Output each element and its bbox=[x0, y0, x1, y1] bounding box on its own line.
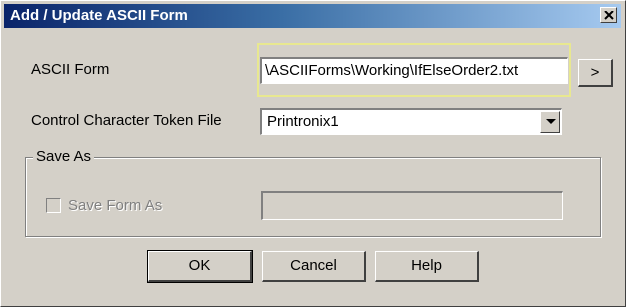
add-update-ascii-form-dialog: Add / Update ASCII Form ASCII Form \ASCI… bbox=[0, 0, 626, 307]
save-form-as-label: Save Form As bbox=[68, 197, 163, 214]
cancel-button[interactable]: Cancel bbox=[262, 251, 366, 282]
save-as-group-label: Save As bbox=[33, 148, 95, 165]
token-file-label: Control Character Token File bbox=[31, 112, 222, 129]
window-title: Add / Update ASCII Form bbox=[10, 7, 188, 24]
title-bar[interactable]: Add / Update ASCII Form bbox=[4, 4, 621, 28]
token-file-dropdown-button[interactable] bbox=[540, 111, 560, 133]
token-file-combobox[interactable]: Printronix1 bbox=[260, 108, 562, 135]
save-form-as-field[interactable] bbox=[261, 191, 563, 220]
token-file-selected-value: Printronix1 bbox=[267, 113, 339, 130]
close-icon bbox=[604, 11, 614, 20]
browse-button[interactable]: > bbox=[578, 59, 613, 87]
ok-button[interactable]: OK bbox=[147, 250, 253, 283]
help-button[interactable]: Help bbox=[375, 251, 479, 282]
save-form-as-checkbox[interactable] bbox=[46, 198, 61, 213]
close-button[interactable] bbox=[600, 7, 617, 23]
ascii-form-path-field[interactable]: \ASCIIForms\Working\IfElseOrder2.txt bbox=[260, 57, 568, 84]
chevron-down-icon bbox=[546, 119, 556, 124]
ascii-form-label: ASCII Form bbox=[31, 61, 110, 78]
